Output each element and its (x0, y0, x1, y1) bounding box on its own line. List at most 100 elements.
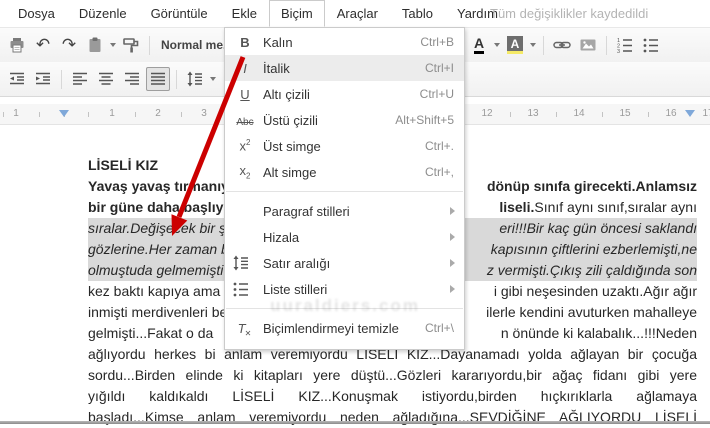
outdent-icon[interactable] (5, 67, 29, 91)
dropdown-caret[interactable] (210, 77, 216, 81)
line-left-fragment: bir güne daha başlıy (88, 199, 224, 215)
menu-item-label: Paragraf stilleri (263, 203, 350, 219)
ruler-tick (556, 112, 557, 117)
menu-item-tablo[interactable]: Tablo (390, 0, 445, 27)
menu-item-label: Liste stilleri (263, 281, 328, 297)
dropdown-caret[interactable] (494, 43, 500, 47)
menu-item-label: Üstü çizili (263, 112, 318, 128)
menu-item-label: Altı çizili (263, 86, 310, 102)
line-left-fragment: gelmişti...Fakat o da (88, 325, 214, 341)
toolbar-separator (176, 69, 177, 89)
dropdown-caret[interactable] (110, 43, 116, 47)
line-left-fragment: Yavaş yavaş tırmanıy (88, 178, 229, 194)
align-center-icon[interactable] (94, 67, 118, 91)
align-justify-icon[interactable] (146, 67, 170, 91)
ruler-number: 13 (527, 108, 539, 119)
align-right-icon[interactable] (120, 67, 144, 91)
ruler-number: 1 (109, 108, 115, 119)
ruler-tick (648, 112, 649, 117)
menu-item-goruntule[interactable]: Görüntüle (139, 0, 220, 27)
format-menu-item-underline[interactable]: U Altı çizili Ctrl+U (225, 81, 464, 107)
toolbar-row2-group (4, 62, 218, 96)
ruler-number: 14 (573, 108, 585, 119)
toolbar-separator (543, 35, 544, 55)
menu-item-label: Hizala (263, 229, 300, 245)
submenu-arrow-icon (450, 207, 455, 215)
shortcut-label: Ctrl+. (424, 139, 454, 153)
format-menu-item-clear-formatting[interactable]: T✕ Biçimlendirmeyi temizle Ctrl+\ (225, 315, 464, 341)
subscript-icon: x2 (239, 163, 251, 181)
underline-icon: U (240, 86, 250, 102)
ruler-number: 16 (665, 108, 677, 119)
document-line: yığıldı kaldıkaldı LİSELİ KIZ...Konuşmak… (88, 388, 697, 404)
web-clipboard-icon[interactable] (83, 33, 107, 57)
highlight-color-icon[interactable]: A (503, 33, 527, 57)
format-menu-item-paragraph-styles[interactable]: Paragraf stilleri (225, 198, 464, 224)
align-left-icon[interactable] (68, 67, 92, 91)
regular-fragment: Sınıf aynı sınıf,sıralar aynı (534, 199, 697, 215)
bold-fragment: liseli. (499, 199, 535, 215)
toolbar-separator (606, 35, 607, 55)
save-status-text: Tüm değişiklikler kaydedildi (490, 6, 649, 21)
shortcut-label: Ctrl+I (424, 61, 454, 75)
line-left-fragment: kez baktı kapıya ama b (88, 283, 232, 299)
menu-item-label: Kalın (263, 34, 293, 50)
numbered-list-icon[interactable]: 123 (613, 33, 637, 57)
shortcut-label: Alt+Shift+5 (395, 113, 454, 127)
bullet-list-icon[interactable] (639, 33, 663, 57)
toolbar-left-group: ↶ ↷ Normal me... (4, 28, 233, 62)
menu-item-ekle[interactable]: Ekle (220, 0, 269, 27)
format-menu-item-superscript[interactable]: x2 Üst simge Ctrl+. (225, 133, 464, 159)
shortcut-label: Ctrl+U (419, 87, 454, 101)
line-right-fragment: dönüp sınıfa girecekti.Anlamsız (486, 178, 697, 194)
shortcut-label: Ctrl+B (420, 35, 454, 49)
undo-icon[interactable]: ↶ (31, 33, 55, 57)
paint-format-icon[interactable] (119, 33, 143, 57)
indent-icon[interactable] (31, 67, 55, 91)
format-menu-item-italic[interactable]: I İtalik Ctrl+I (225, 55, 464, 81)
ruler-tick (3, 112, 4, 117)
menu-item-duzenle[interactable]: Düzenle (67, 0, 139, 27)
ruler-number: 12 (481, 108, 493, 119)
line-left-fragment: olmuştuda gelmemişti S (88, 262, 237, 278)
toolbar-separator (149, 35, 150, 55)
line-left-fragment: sıralar.Değişecek bir ş (88, 220, 226, 236)
format-menu-item-align[interactable]: Hizala (225, 224, 464, 250)
menu-item-araclar[interactable]: Araçlar (325, 0, 390, 27)
menu-item-bicim[interactable]: Biçim (268, 0, 325, 27)
indent-marker[interactable] (685, 110, 695, 117)
ruler-tick (181, 112, 182, 117)
menu-item-label: Alt simge (263, 164, 317, 180)
link-icon[interactable] (550, 33, 574, 57)
menu-bar: Dosya Düzenle Görüntüle Ekle Biçim Araçlar Tab… (0, 0, 710, 27)
format-menu-item-list-styles[interactable]: Liste stilleri (225, 276, 464, 302)
ruler-tick (88, 112, 89, 117)
dropdown-caret[interactable] (530, 43, 536, 47)
superscript-icon: x2 (239, 138, 251, 154)
line-spacing-icon[interactable] (183, 67, 207, 91)
ruler-number: 3 (201, 108, 207, 119)
format-menu-item-line-spacing[interactable]: Satır aralığı (225, 250, 464, 276)
list-styles-icon (233, 281, 257, 297)
ruler-tick (602, 112, 603, 117)
line-right-fragment: i gibi neşesinden uzaktı.Ağır ağır (493, 283, 697, 299)
format-menu: B Kalın Ctrl+B I İtalik Ctrl+I U Altı çizili Ctr… (224, 27, 465, 350)
ruler-number: 1 (13, 108, 19, 119)
line-left-fragment: gözlerine.Her zaman b (88, 241, 229, 257)
toolbar-separator (61, 69, 62, 89)
print-icon[interactable] (5, 33, 29, 57)
redo-icon[interactable]: ↷ (57, 33, 81, 57)
line-left-fragment: inmişti merdivenleri belk (88, 304, 238, 320)
paragraph-style-selector[interactable]: Normal me... (161, 38, 233, 52)
image-icon[interactable] (576, 33, 600, 57)
format-menu-item-strikethrough[interactable]: Abc Üstü çizili Alt+Shift+5 (225, 107, 464, 133)
menu-item-label: Satır aralığı (263, 255, 331, 271)
format-menu-item-subscript[interactable]: x2 Alt simge Ctrl+, (225, 159, 464, 185)
menu-item-label: Üst simge (263, 138, 321, 154)
text-color-icon[interactable]: A (467, 33, 491, 57)
shortcut-label: Ctrl+, (424, 165, 454, 179)
indent-marker[interactable] (59, 110, 69, 117)
line-right-fragment: n önünde ki kalabalık...!!!Neden (500, 325, 697, 341)
menu-item-dosya[interactable]: Dosya (6, 0, 67, 27)
format-menu-item-bold[interactable]: B Kalın Ctrl+B (225, 29, 464, 55)
